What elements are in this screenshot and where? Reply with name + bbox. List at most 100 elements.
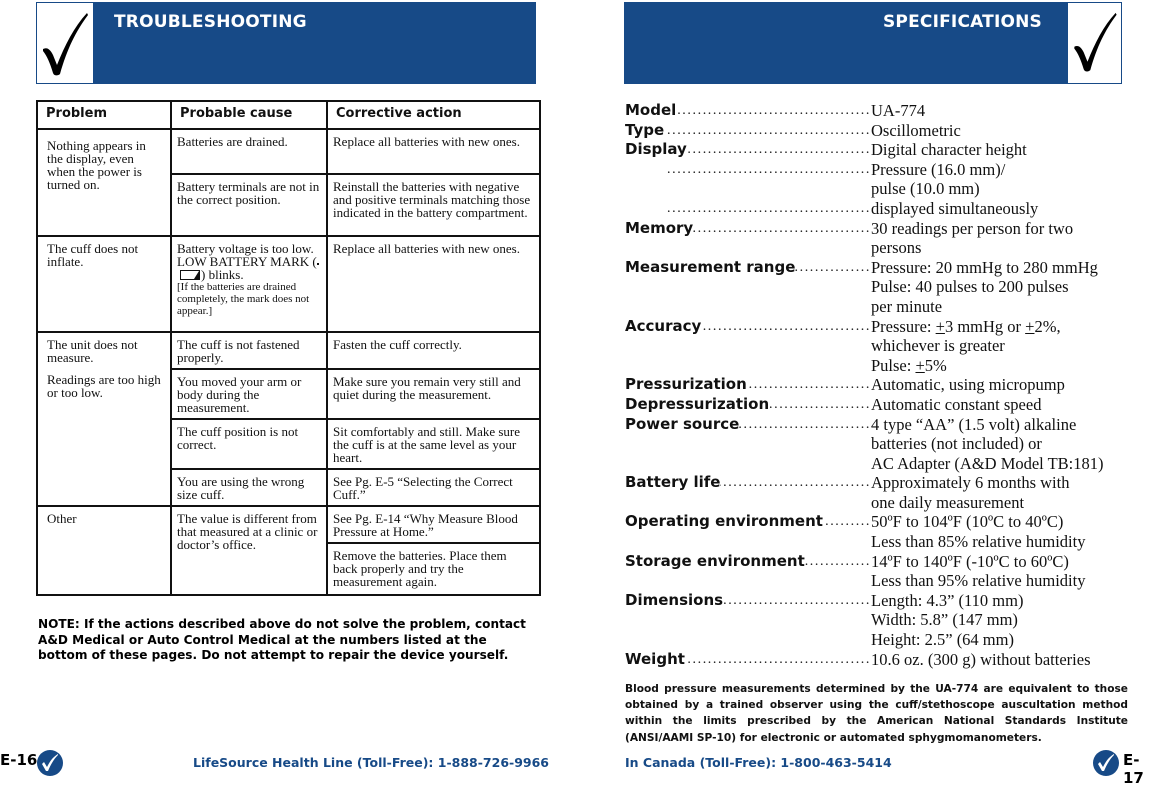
cause-cell: The cuff is not fastened properly. xyxy=(170,331,328,370)
spec-value: 4 type “AA” (1.5 volt) alkaline batteries… xyxy=(871,415,1155,474)
spec-value: Digital character height xyxy=(871,140,1155,160)
dot-leader: ........................................ xyxy=(667,161,871,177)
canada-line-footer: In Canada (Toll-Free): 1-800-463-5414 xyxy=(625,755,892,770)
table-header-row: Problem Probable cause Corrective action xyxy=(36,100,541,130)
problem-cell: The unit does not measure. Readings are … xyxy=(36,331,172,507)
action-cell: Reinstall the batteries with negative an… xyxy=(326,173,541,237)
dot-leader: ........................................ xyxy=(667,200,871,216)
spec-value-line: 4 type “AA” (1.5 volt) alkaline xyxy=(871,414,1077,434)
problem-text: The unit does not measure. xyxy=(47,337,138,365)
spec-value-line: Length: 4.3” (110 mm) xyxy=(871,590,1024,610)
spec-label-cell: Operating environment...................… xyxy=(625,512,871,551)
spec-label-cell: Type....................................… xyxy=(625,121,871,141)
spec-value-line: Less than 95% relative humidity xyxy=(871,571,1086,591)
problem-text: Nothing appears in the display, even whe… xyxy=(47,138,146,192)
spec-value-line: Less than 85% relative humidity xyxy=(871,532,1086,552)
spec-label: Measurement range xyxy=(625,257,796,276)
spec-value-line: Automatic, using micropump xyxy=(871,375,1065,395)
problem-cell: Nothing appears in the display, even whe… xyxy=(36,128,172,237)
table-row: Nothing appears in the display, even whe… xyxy=(36,128,541,237)
troubleshooting-table: Problem Probable cause Corrective action… xyxy=(36,100,541,596)
dot-leader: ........................................ xyxy=(804,553,871,569)
spec-value: Pressure (16.0 mm)/pulse (10.0 mm) xyxy=(871,160,1155,199)
action-cell: Replace all batteries with new ones. xyxy=(326,128,541,175)
spec-row: Memory..................................… xyxy=(625,219,1155,258)
cause-cell: The cuff position is not correct. xyxy=(170,418,328,470)
spec-value: Oscillometric xyxy=(871,121,1155,141)
spec-label: Display xyxy=(625,140,687,159)
spec-value-line: Oscillometric xyxy=(871,120,961,140)
spec-row: Accuracy................................… xyxy=(625,317,1155,376)
dot-leader: ........................................ xyxy=(693,220,871,236)
page-title: TROUBLESHOOTING xyxy=(114,12,307,32)
spec-value: Automatic, using micropump xyxy=(871,375,1155,395)
spec-label: Operating environment xyxy=(625,512,823,531)
spec-value-line: AC Adapter (A&D Model TB:181) xyxy=(871,453,1104,473)
spec-value: Pressure: +3 mmHg or +2%, whichever is gr… xyxy=(871,317,1155,376)
specifications-banner: SPECIFICATIONS xyxy=(624,2,1122,84)
spec-row: Model...................................… xyxy=(625,101,1155,121)
spec-label: Dimensions xyxy=(625,590,724,609)
spec-row: Depressurization........................… xyxy=(625,395,1155,415)
spec-row: Weight..................................… xyxy=(625,650,1155,670)
plus-minus-sign: + xyxy=(935,316,945,336)
page-number-left: E-16 xyxy=(0,751,38,769)
problem-cell: Other xyxy=(36,505,172,596)
spec-label-cell: Model...................................… xyxy=(625,101,871,121)
spec-row: Measurement range.......................… xyxy=(625,258,1155,317)
spec-value-line: per minute xyxy=(871,296,943,316)
spec-label-cell: Power source............................… xyxy=(625,415,871,474)
spec-value: Length: 4.3” (110 mm) Width: 5.8” (147 mm… xyxy=(871,591,1155,650)
dot-leader: ........................................ xyxy=(769,396,871,412)
spec-value-line: 30 readings per person for two xyxy=(871,218,1074,238)
cause-cell: Batteries are drained. xyxy=(170,128,328,175)
cause-text-end: ) blinks. xyxy=(201,267,244,282)
spec-value-line: Height: 2.5” (64 mm) xyxy=(871,630,1014,650)
banner-check-box xyxy=(36,2,94,84)
column-header-cause: Probable cause xyxy=(170,100,328,130)
spec-value: Automatic constant speed xyxy=(871,395,1155,415)
column-header-problem: Problem xyxy=(36,100,172,130)
spec-value-line: UA-774 xyxy=(871,101,926,120)
spec-value-line: 14ºF to 140ºF (-10ºC to 60ºC) xyxy=(871,551,1069,571)
spec-value-line: pulse (10.0 mm) xyxy=(871,179,980,199)
action-cell: See Pg. E-14 “Why Measure Blood Pressure… xyxy=(326,505,541,544)
spec-row: Dimensions..............................… xyxy=(625,591,1155,650)
spec-value: 14ºF to 140ºF (-10ºC to 60ºC) Less than 9… xyxy=(871,552,1155,591)
action-cell: See Pg. E-5 “Selecting the Correct Cuff.… xyxy=(326,468,541,507)
spec-value: 30 readings per person for two persons xyxy=(871,219,1155,258)
spec-value: 50ºF to 104ºF (10ºC to 40ºC) Less than 85… xyxy=(871,512,1155,551)
spec-value-line: Pulse: +5% xyxy=(871,355,947,375)
spec-label-cell: ........................................ xyxy=(625,160,871,199)
column-header-action: Corrective action xyxy=(326,100,541,130)
cause-cell: The value is different from that measure… xyxy=(170,505,328,596)
table-row: The cuff does not inflate. Battery volta… xyxy=(36,235,541,333)
spec-value-line: Pressure: +3 mmHg or +2%, xyxy=(871,316,1061,336)
cause-cell: You moved your arm or body during the me… xyxy=(170,368,328,420)
spec-label-cell: Accuracy................................… xyxy=(625,317,871,376)
spec-label: Storage environment xyxy=(625,551,805,570)
troubleshooting-banner: TROUBLESHOOTING xyxy=(36,2,536,84)
health-line-footer: LifeSource Health Line (Toll-Free): 1-88… xyxy=(193,755,550,770)
dot-leader: ........................................ xyxy=(723,592,871,608)
circle-checkmark-icon xyxy=(1093,750,1119,776)
cause-cell: Battery voltage is too low. LOW BATTERY … xyxy=(170,235,328,333)
spec-row: Battery life............................… xyxy=(625,473,1155,512)
problem-text-2: Readings are too high or too low. xyxy=(47,372,161,400)
spec-value: 10.6 oz. (300 g) without batteries xyxy=(871,650,1155,670)
dot-leader: ........................................ xyxy=(676,103,871,118)
spec-label: Weight xyxy=(625,649,685,668)
spec-label xyxy=(625,199,649,219)
low-battery-icon xyxy=(180,270,200,280)
table-row: The unit does not measure. Readings are … xyxy=(36,331,541,507)
dot-leader: ........................................ xyxy=(684,651,871,667)
dot-leader: ........................................ xyxy=(747,377,871,393)
spec-row: Operating environment...................… xyxy=(625,512,1155,551)
page-title: SPECIFICATIONS xyxy=(882,12,1042,32)
spec-label: Depressurization xyxy=(625,394,770,413)
battery-dot-icon xyxy=(316,263,319,265)
spec-value: UA-774 xyxy=(871,101,1155,121)
spec-value-line: Digital character height xyxy=(871,140,1027,160)
spec-label: Accuracy xyxy=(625,316,702,335)
problem-cell: The cuff does not inflate. xyxy=(36,235,172,333)
